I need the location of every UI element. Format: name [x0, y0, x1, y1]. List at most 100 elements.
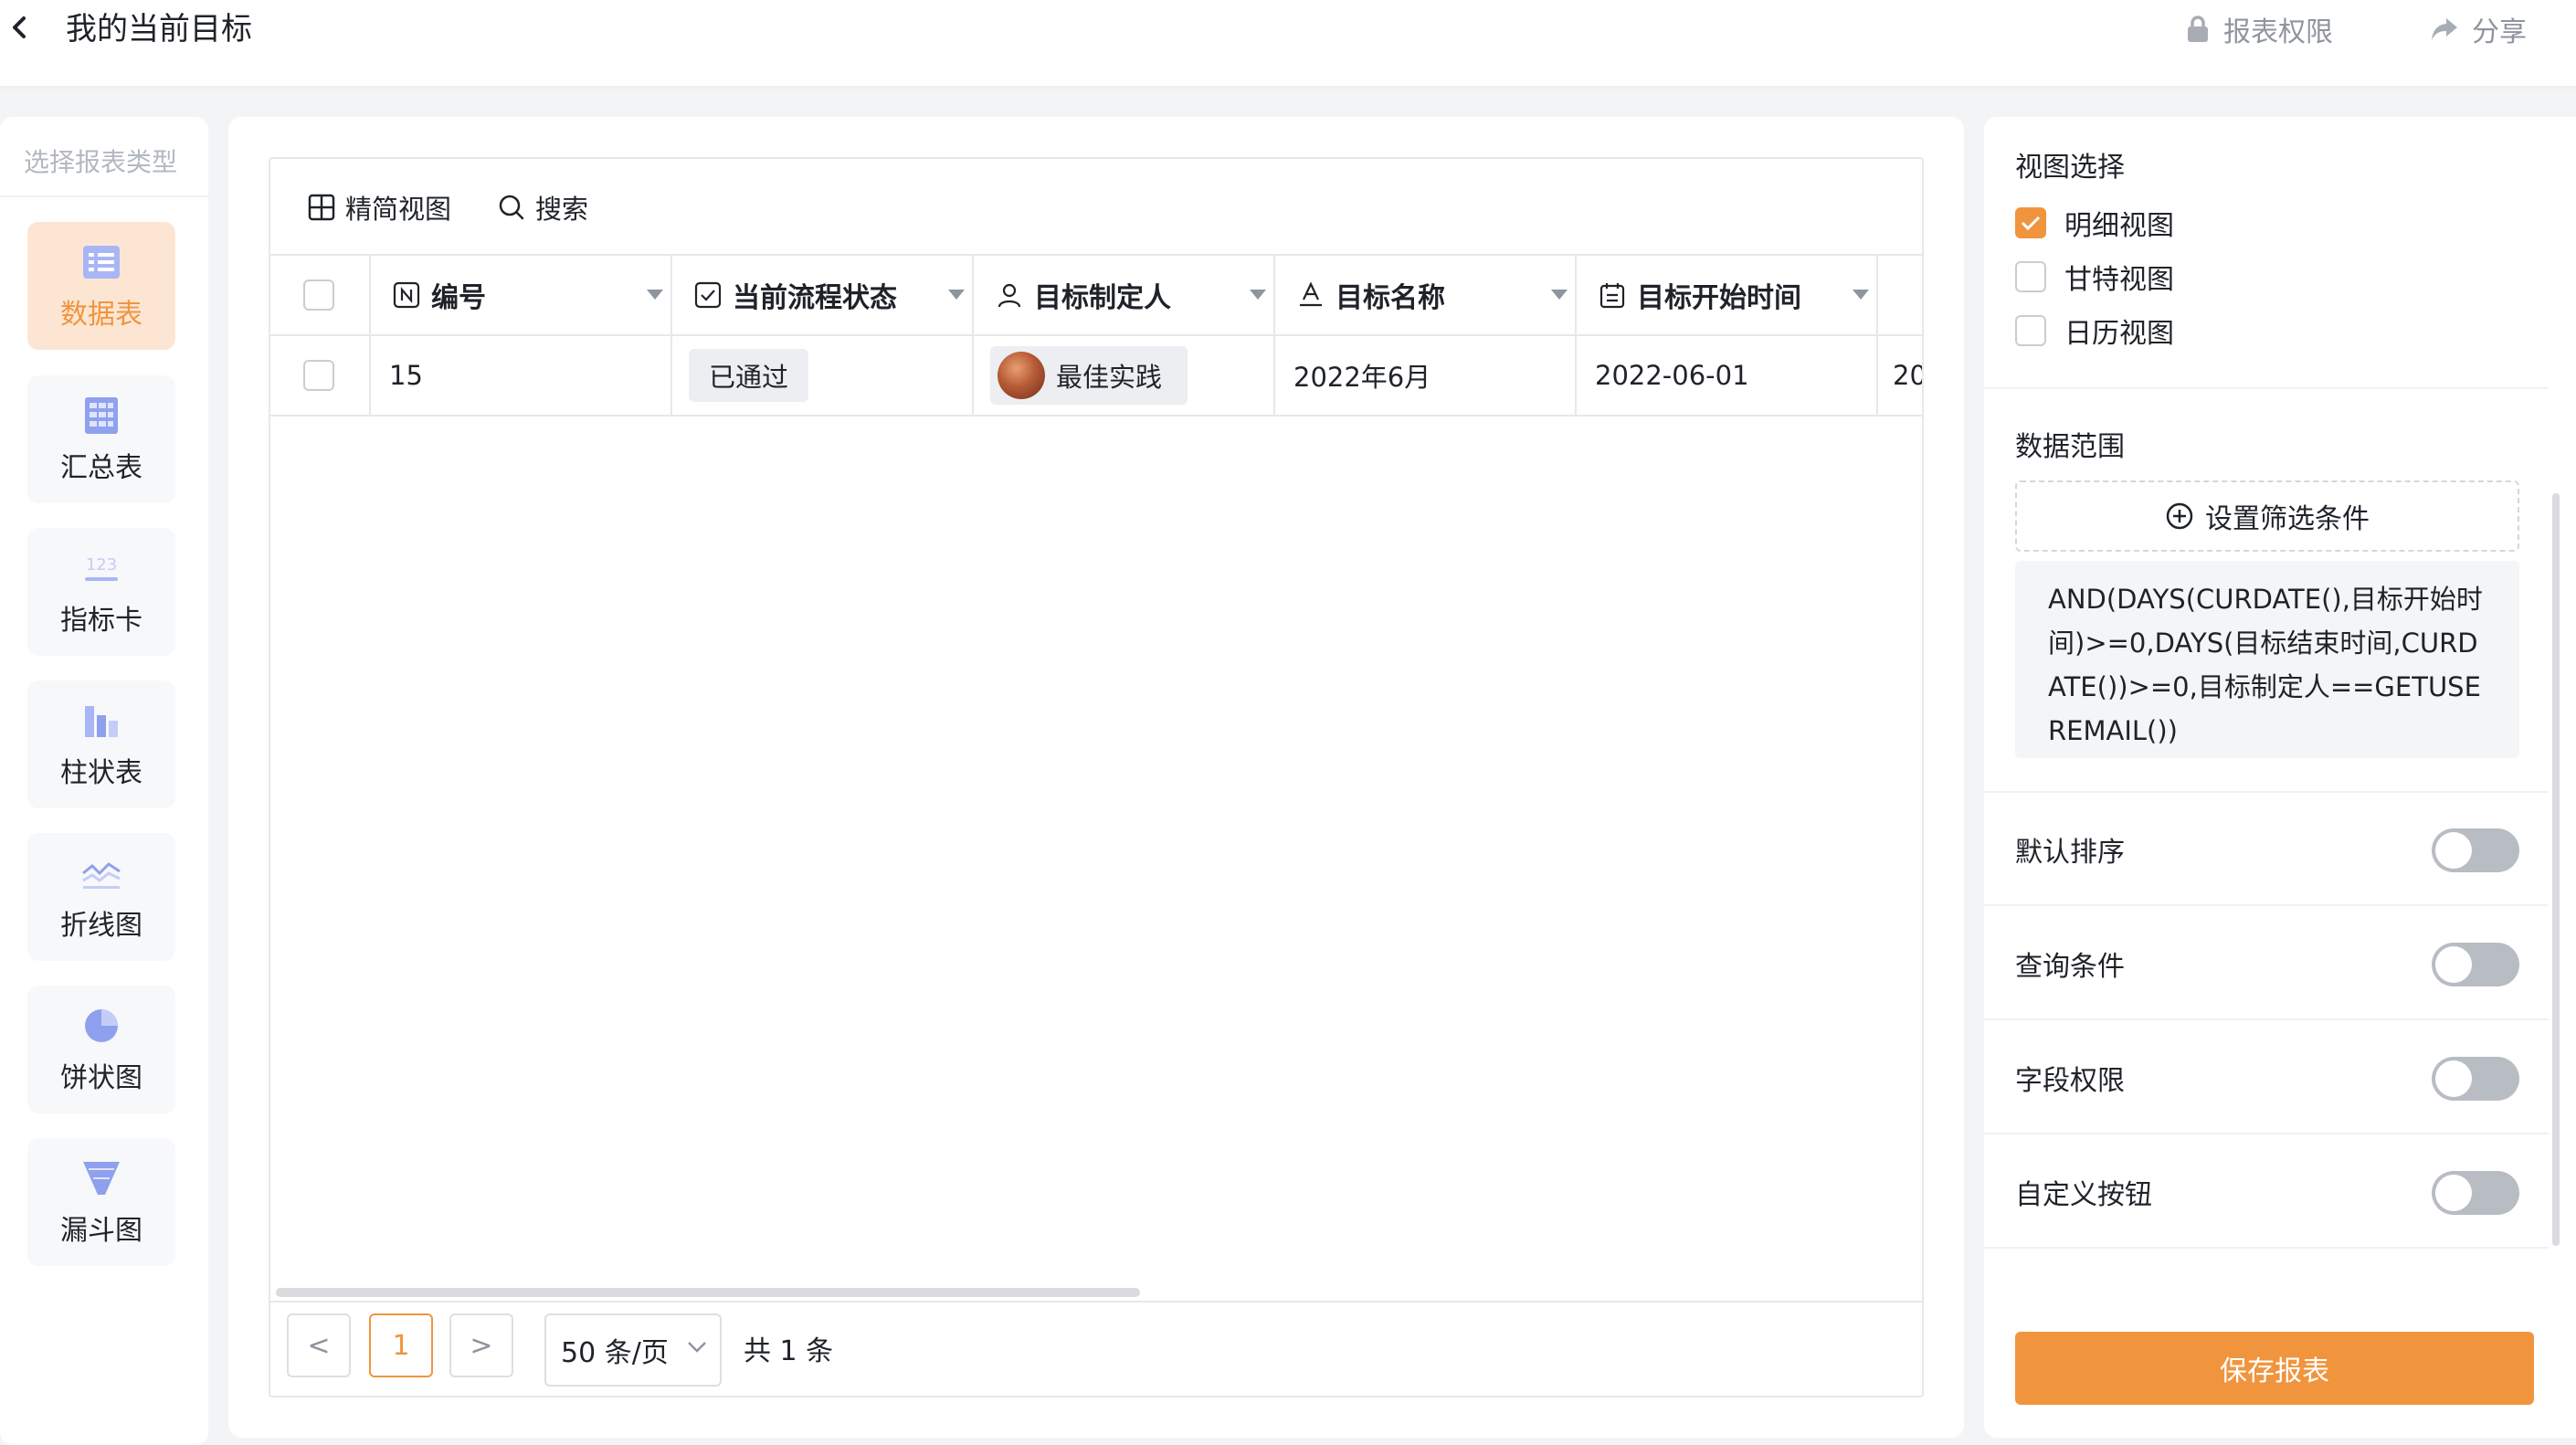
report-permission-label: 报表权限 [2223, 16, 2333, 48]
divider [1984, 904, 2549, 906]
cell-owner[interactable]: 最佳实践 [974, 336, 1275, 415]
scroll-clip-edge [1984, 1301, 2549, 1328]
view-select-title: 视图选择 [2015, 152, 2125, 184]
custom-button-toggle[interactable] [2432, 1171, 2519, 1215]
total-count: 共 1 条 [744, 1335, 834, 1367]
search-button[interactable]: 搜索 [497, 186, 588, 228]
view-option-label: 日历视图 [2064, 318, 2174, 350]
report-type-bar-chart[interactable]: 柱状表 [27, 680, 175, 808]
table-icon [83, 246, 120, 279]
column-header-status[interactable]: 当前流程状态 [672, 256, 974, 334]
field-permission-toggle[interactable] [2432, 1057, 2519, 1101]
report-type-funnel-chart[interactable]: 漏斗图 [27, 1138, 175, 1266]
checkbox-field-icon [694, 281, 722, 309]
vertical-scrollbar[interactable] [2552, 493, 2560, 1246]
page-size-select[interactable]: 50 条/页 [544, 1313, 722, 1387]
column-menu-caret[interactable] [1551, 290, 1568, 300]
share-button[interactable]: 分享 [2430, 9, 2527, 49]
simple-view-label: 精简视图 [345, 194, 452, 225]
select-all-checkbox[interactable] [303, 280, 334, 311]
default-sort-toggle[interactable] [2432, 828, 2519, 872]
funnel-chart-icon [83, 1162, 120, 1195]
table-toolbar: 精简视图 搜索 [270, 159, 1922, 254]
report-permission-button[interactable]: 报表权限 [2185, 9, 2333, 49]
filter-formula[interactable]: AND(DAYS(CURDATE(),目标开始时间)>=0,DAYS(目标结束时… [2015, 561, 2519, 758]
search-icon [499, 195, 524, 220]
report-type-pie-chart[interactable]: 饼状图 [27, 986, 175, 1113]
column-header-label: 编号 [431, 282, 486, 314]
text-field-icon [1300, 281, 1322, 307]
chevron-right-icon: > [470, 1329, 493, 1362]
svg-text:123: 123 [86, 555, 117, 575]
report-type-label: 指标卡 [60, 605, 143, 637]
query-conditions-toggle[interactable] [2432, 943, 2519, 986]
column-menu-caret[interactable] [948, 290, 965, 300]
column-menu-caret[interactable] [647, 290, 663, 300]
column-header-label: 目标开始时间 [1637, 282, 1801, 314]
horizontal-scrollbar[interactable] [276, 1288, 1140, 1297]
column-menu-caret[interactable] [1853, 290, 1869, 300]
toggle-label: 默认排序 [2015, 837, 2125, 869]
cell-start-time[interactable]: 2022-06-01 [1577, 336, 1878, 415]
column-header-owner[interactable]: 目标制定人 [974, 256, 1275, 334]
view-option-detail[interactable]: 明细视图 [2015, 205, 2174, 242]
page-title: 我的当前目标 [66, 11, 252, 47]
report-type-label: 数据表 [60, 299, 143, 331]
set-filter-button[interactable]: 设置筛选条件 [2015, 480, 2519, 552]
simple-view-button[interactable]: 精简视图 [307, 186, 451, 228]
divider [270, 1301, 1922, 1303]
checkbox-checked[interactable] [2015, 207, 2046, 238]
next-page-button[interactable]: > [449, 1313, 513, 1377]
column-header-label: 目标制定人 [1034, 282, 1171, 314]
save-report-button[interactable]: 保存报表 [2015, 1332, 2534, 1405]
search-label: 搜索 [535, 194, 589, 225]
prev-page-button[interactable]: < [287, 1313, 351, 1377]
cell-id-value: 15 [389, 360, 423, 391]
person-tag: 最佳实践 [990, 346, 1188, 405]
grid-icon [308, 194, 335, 221]
row-checkbox[interactable] [303, 360, 334, 391]
report-type-title: 选择报表类型 [24, 147, 178, 177]
column-header-id[interactable]: 编号 [371, 256, 672, 334]
plus-circle-icon [2166, 502, 2193, 530]
view-option-calendar[interactable]: 日历视图 [2015, 312, 2174, 350]
report-type-metric-card[interactable]: 123 指标卡 [27, 528, 175, 656]
page-size-value: 50 条/页 [561, 1337, 669, 1369]
report-type-summary-table[interactable]: 汇总表 [27, 375, 175, 503]
toggle-label: 字段权限 [2015, 1065, 2125, 1097]
page-1-button[interactable]: 1 [369, 1313, 433, 1377]
cell-overflow[interactable]: 20 [1878, 336, 1922, 415]
column-header-overflow [1878, 256, 1922, 334]
checkbox[interactable] [2015, 261, 2046, 292]
divider [1984, 1133, 2549, 1134]
toggle-label: 自定义按钮 [2015, 1179, 2152, 1211]
cell-status[interactable]: 已通过 [672, 336, 974, 415]
avatar [998, 352, 1045, 399]
table-row[interactable]: 15 已通过 最佳实践 2022年6月 2022-06-01 20 [270, 336, 1922, 417]
lock-icon [2188, 16, 2208, 42]
cell-start-time-value: 2022-06-01 [1595, 360, 1749, 391]
view-option-gantt[interactable]: 甘特视图 [2015, 258, 2174, 296]
report-type-label: 折线图 [60, 910, 143, 942]
column-menu-caret[interactable] [1250, 290, 1266, 300]
back-arrow-icon[interactable] [5, 13, 33, 42]
column-header-goal-name[interactable]: 目标名称 [1275, 256, 1577, 334]
report-type-data-table[interactable]: 数据表 [27, 222, 175, 350]
share-icon [2432, 18, 2457, 40]
page-number: 1 [392, 1329, 410, 1362]
report-type-line-chart[interactable]: 折线图 [27, 833, 175, 961]
column-header-start-time[interactable]: 目标开始时间 [1577, 256, 1878, 334]
data-range-title: 数据范围 [2015, 431, 2125, 463]
table-header-row: 编号 当前流程状态 目标制定人 目标名称 目标开始时间 [270, 254, 1922, 336]
toggle-row-field-permission: 字段权限 [2015, 1055, 2519, 1101]
cell-id[interactable]: 15 [371, 336, 672, 415]
bar-chart-icon [85, 706, 118, 737]
checkbox[interactable] [2015, 315, 2046, 346]
cell-goal-name[interactable]: 2022年6月 [1275, 336, 1577, 415]
toggle-row-query-conditions: 查询条件 [2015, 941, 2519, 986]
divider [1984, 791, 2549, 793]
toggle-label: 查询条件 [2015, 951, 2125, 983]
number-field-icon [393, 281, 420, 309]
cell-goal-name-value: 2022年6月 [1293, 362, 1431, 393]
set-filter-label: 设置筛选条件 [2205, 503, 2370, 535]
